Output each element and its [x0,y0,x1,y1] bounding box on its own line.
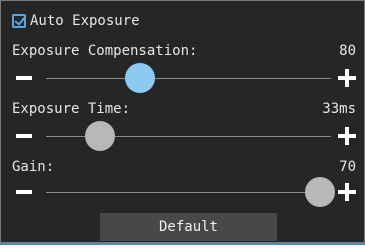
gain-track[interactable] [46,192,331,193]
exposure-compensation-value: 80 [339,43,356,59]
auto-exposure-checkbox[interactable] [12,14,26,28]
gain-increase-button[interactable] [336,181,358,203]
exposure-compensation-track[interactable] [46,78,331,79]
gain-label: Gain: [12,159,55,175]
exposure-compensation-label: Exposure Compensation: [12,43,198,59]
gain-decrease-button[interactable] [13,181,35,203]
default-button[interactable]: Default [100,213,277,241]
gain-value: 70 [339,159,356,175]
exposure-time-label: Exposure Time: [12,101,131,117]
exposure-compensation-decrease-button[interactable] [13,67,35,89]
gain-thumb[interactable] [304,177,335,207]
exposure-compensation-thumb[interactable] [125,63,156,93]
bottom-accent-bar [0,243,365,248]
exposure-time-increase-button[interactable] [336,125,358,147]
exposure-compensation-increase-button[interactable] [336,67,358,89]
exposure-time-value: 33ms [322,101,356,117]
checkmark-icon [14,14,26,26]
exposure-settings-panel: Auto Exposure Exposure Compensation: 80 … [0,0,365,243]
auto-exposure-label[interactable]: Auto Exposure [30,13,140,29]
exposure-time-thumb[interactable] [85,121,116,151]
exposure-time-decrease-button[interactable] [13,125,35,147]
